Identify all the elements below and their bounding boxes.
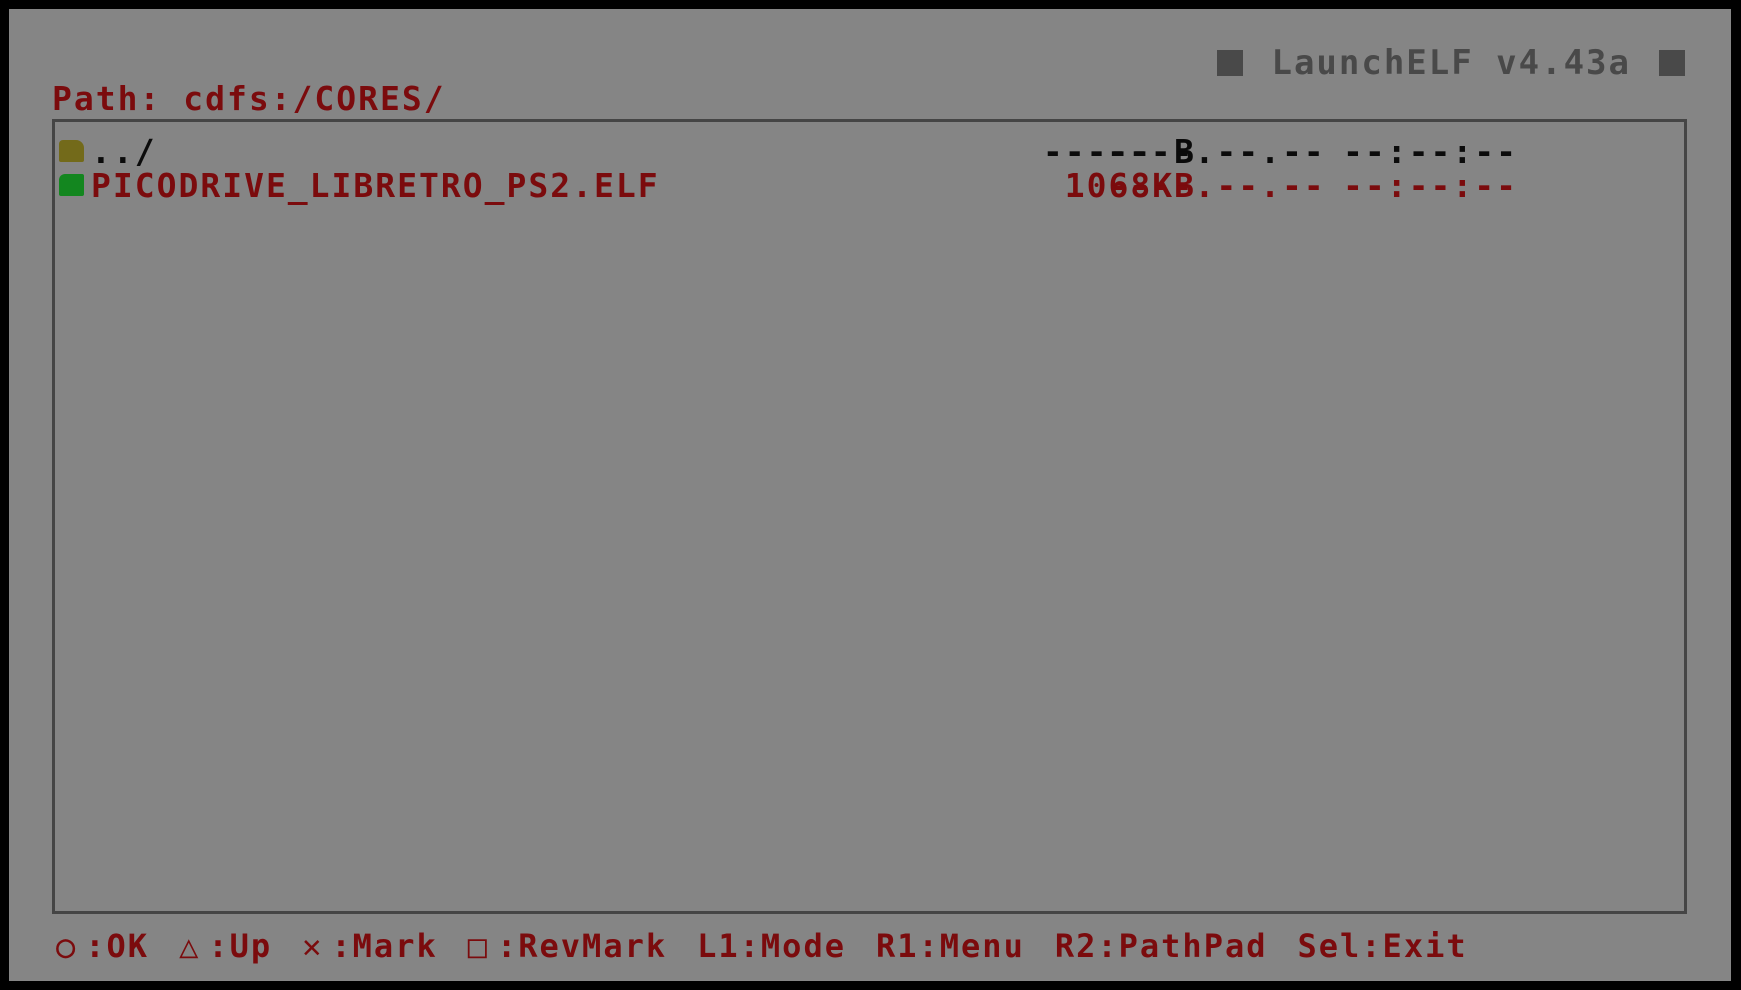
path-display: Path: cdfs:/CORES/ — [52, 79, 446, 118]
hint-mode: L1:Mode — [697, 927, 846, 965]
file-date: ----.--.-- — [1107, 132, 1326, 171]
title-right-square — [1659, 50, 1685, 76]
hint-menu: R1:Menu — [875, 927, 1025, 965]
square-button-icon: □ — [467, 927, 489, 965]
file-name: PICODRIVE_LIBRETRO_PS2.ELF — [91, 166, 660, 205]
file-date: ----.--.-- — [1107, 166, 1326, 205]
app-title: LaunchELF v4.43a — [1271, 43, 1631, 83]
triangle-button-icon: △ — [179, 927, 201, 965]
folder-icon — [59, 140, 84, 162]
hint-up: △:Up — [179, 927, 272, 965]
file-time: --:--:-- — [1343, 132, 1518, 171]
file-row-parent[interactable]: ../ ----- B ----.--.-- --:--:-- — [55, 134, 1684, 170]
hint-label: :Up — [208, 927, 273, 965]
launchelf-screen: LaunchELF v4.43a Path: cdfs:/CORES/ ../ … — [9, 9, 1731, 981]
hint-ok: ○:OK — [56, 927, 149, 965]
hint-label: :Mark — [331, 927, 438, 965]
file-time: --:--:-- — [1343, 166, 1518, 205]
hint-revmark: □:RevMark — [468, 927, 667, 965]
path-value: cdfs:/CORES/ — [183, 79, 446, 118]
app-title-bar: LaunchELF v4.43a — [1217, 43, 1685, 83]
controller-hints: ○:OK △:Up ✕:Mark □:RevMark L1:Mode R1:Me… — [56, 927, 1468, 965]
hint-pathpad: R2:PathPad — [1054, 927, 1268, 965]
file-browser: ../ ----- B ----.--.-- --:--:-- PICODRIV… — [52, 119, 1687, 914]
file-row-picodrive[interactable]: PICODRIVE_LIBRETRO_PS2.ELF 1068KB ----.-… — [55, 168, 1684, 204]
hint-mark: ✕:Mark — [302, 927, 438, 965]
cross-button-icon: ✕ — [302, 927, 324, 965]
hint-label: :RevMark — [496, 927, 668, 965]
elf-file-icon — [59, 174, 84, 196]
hint-exit: Sel:Exit — [1297, 927, 1468, 965]
hint-label: :OK — [85, 927, 150, 965]
file-name: ../ — [91, 132, 157, 171]
title-left-square — [1217, 50, 1244, 76]
path-label: Path: — [52, 79, 162, 118]
circle-button-icon: ○ — [56, 927, 78, 965]
